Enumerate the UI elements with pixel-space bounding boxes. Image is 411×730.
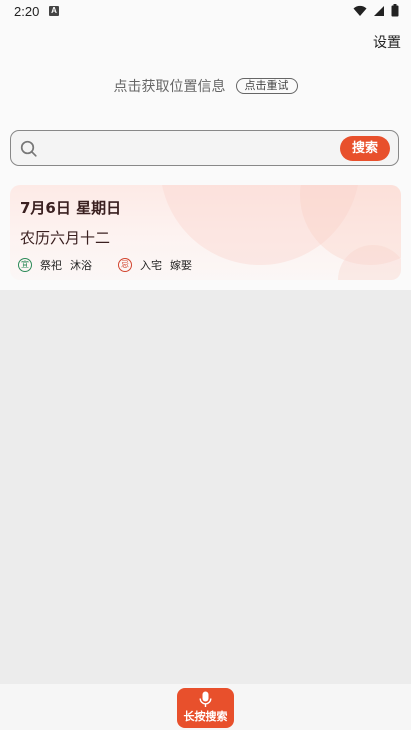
retry-button[interactable]: 点击重试 xyxy=(235,78,298,94)
status-bar: 2:20 A xyxy=(0,0,411,24)
mic-icon xyxy=(199,691,212,707)
app-notification-icon: A xyxy=(49,6,59,16)
yi-badge-icon: 宜 xyxy=(18,258,32,272)
status-icons xyxy=(353,4,399,17)
search-button[interactable]: 搜索 xyxy=(340,136,390,161)
search-input[interactable] xyxy=(45,136,344,162)
location-row: 点击获取位置信息 点击重试 xyxy=(0,76,411,96)
status-time: 2:20 xyxy=(14,4,40,19)
voice-search-button[interactable]: 长按搜索 xyxy=(177,688,234,728)
ji-badge-icon: 忌 xyxy=(118,258,132,272)
voice-search-label: 长按搜索 xyxy=(183,710,228,723)
signal-icon xyxy=(374,5,384,16)
yi-item: 祭祀 xyxy=(40,259,62,272)
ji-item: 入宅 xyxy=(140,259,162,272)
date-card[interactable]: 7月6日 星期日 农历六月十二 宜 祭祀 沐浴 忌 入宅 嫁娶 xyxy=(10,185,401,280)
search-icon xyxy=(20,140,37,157)
ji-item: 嫁娶 xyxy=(170,259,192,272)
solar-date: 7月6日 星期日 xyxy=(20,199,122,217)
battery-icon xyxy=(391,4,399,17)
yi-item: 沐浴 xyxy=(70,259,92,272)
lunar-date: 农历六月十二 xyxy=(20,229,111,247)
search-box: 搜索 xyxy=(10,130,399,166)
location-text[interactable]: 点击获取位置信息 xyxy=(114,76,226,96)
wifi-icon xyxy=(353,5,367,16)
yi-ji-row: 宜 祭祀 沐浴 忌 入宅 嫁娶 xyxy=(18,257,200,273)
settings-button[interactable]: 设置 xyxy=(373,32,401,52)
